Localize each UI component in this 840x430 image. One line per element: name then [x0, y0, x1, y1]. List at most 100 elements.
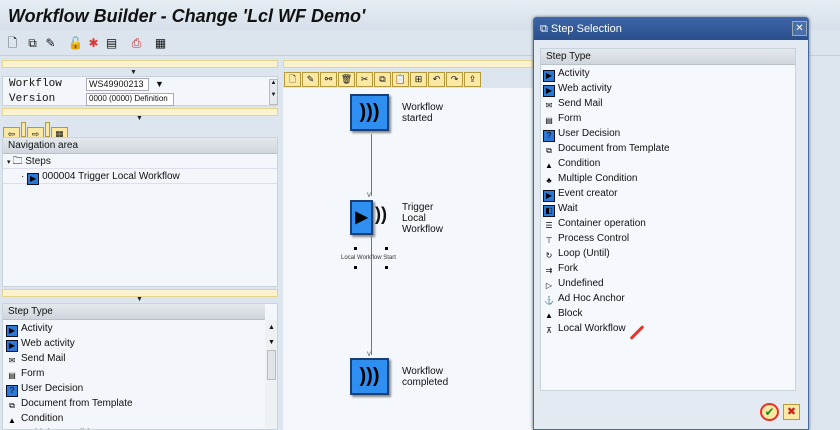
step-type-item[interactable]: ▲ Block [543, 306, 795, 321]
insert-icon[interactable]: ⊞ [410, 72, 427, 87]
tree-node-step[interactable]: · ▶ 000004 Trigger Local Workflow [3, 169, 277, 185]
node-label: Workflow completed [402, 366, 449, 388]
navigation-header: Navigation area [3, 138, 277, 154]
dialog-step-list: Step Type ▶ Activity ▶ Web activity ✉ Send Ma… [540, 48, 796, 391]
step-type-item[interactable]: ↻ Loop (Until) [543, 246, 795, 261]
selection-handle[interactable] [354, 266, 357, 269]
outcome-label[interactable]: Local Workflow Start [341, 255, 396, 261]
step-type-list: Step Type ▶ Activity ▶ Web activity ✉ Send Ma… [2, 303, 278, 430]
workflow-start-node[interactable]: ))) [350, 94, 389, 131]
step-type-label: Form [21, 368, 45, 379]
collapse-arrow-icon[interactable]: ▼ [130, 69, 137, 76]
link-icon[interactable]: ⚯ [320, 72, 337, 87]
step-type-item[interactable]: ✉ Send Mail [543, 96, 795, 111]
step-type-label: Activity [558, 68, 590, 79]
event-icon: )) [375, 204, 387, 224]
event-icon: ))) [359, 101, 380, 123]
step-type-label: Undefined [558, 278, 604, 289]
redo-icon[interactable]: ↷ [446, 72, 463, 87]
collapse-arrow-icon[interactable]: ▼ [136, 296, 143, 303]
connector-line [371, 134, 372, 196]
tree-label: Steps [25, 156, 51, 167]
step-type-item[interactable]: ▶ Activity [6, 321, 277, 337]
step-type-item[interactable]: ⇉ Fork [543, 261, 795, 276]
step-type-item[interactable]: ⚓ Ad Hoc Anchor [543, 291, 795, 306]
step-type-item[interactable]: ▤ Form [6, 366, 277, 381]
step-type-item[interactable]: ▶ Web activity [6, 336, 277, 352]
copy-icon[interactable]: ⧉ [374, 72, 391, 87]
step-type-label: Container operation [558, 218, 646, 229]
step-type-item[interactable]: ◧ Wait [543, 201, 795, 217]
list-scrollbar[interactable]: ▲ ▼ [265, 320, 277, 429]
step-type-item[interactable]: ? User Decision [6, 381, 277, 397]
workflow-end-node[interactable]: ))) [350, 358, 389, 395]
step-type-item[interactable]: ♣Multiple Condition [6, 426, 277, 429]
page-title: Workflow Builder - Change 'Lcl WF Demo' [8, 6, 366, 26]
tree-label: 000004 Trigger Local Workflow [42, 171, 180, 182]
step-type-item[interactable]: ⊤ Process Control [543, 231, 795, 246]
step-type-item[interactable]: ▤ Form [543, 111, 795, 126]
new-icon[interactable]: 🗋 [284, 72, 301, 87]
dropdown-arrow-icon[interactable]: ▼ [155, 79, 164, 89]
step-type-item[interactable]: ⧉ Document from Template [543, 141, 795, 156]
unlock-icon[interactable]: 🔓 [68, 37, 83, 50]
step-type-item[interactable]: ⧉ Document from Template [6, 396, 277, 411]
selection-handle[interactable] [385, 266, 388, 269]
step-type-item[interactable]: ♣Multiple Condition [543, 171, 795, 186]
step-type-item[interactable]: ✉ Send Mail [6, 351, 277, 366]
event-icon: ))) [359, 365, 380, 387]
step-type-item[interactable]: ☰ Container operation [543, 216, 795, 231]
splitter-bar[interactable] [283, 60, 533, 68]
step-type-label: User Decision [21, 383, 84, 394]
step-type-label: Local Workflow [558, 323, 626, 334]
step-type-item[interactable]: ▲ Condition [543, 156, 795, 171]
splitter-bar[interactable] [2, 60, 278, 68]
step-type-icon: ⊼ [546, 326, 552, 335]
edit-icon[interactable]: ✎ [44, 37, 57, 50]
trigger-node[interactable]: ▶ [350, 200, 373, 235]
step-type-item[interactable]: ▷ Undefined [543, 276, 795, 291]
step-type-label: Condition [558, 158, 601, 169]
print-icon[interactable]: ⎙ [130, 37, 143, 50]
layout-icon[interactable]: ▦ [154, 37, 167, 50]
confirm-button[interactable]: ✔ [760, 403, 779, 421]
edit-icon[interactable]: ✎ [302, 72, 319, 87]
node-label: Trigger Local Workflow [402, 202, 443, 235]
close-button[interactable]: ✕ [792, 21, 807, 36]
step-type-label: Wait [558, 203, 578, 214]
paste-icon[interactable]: 📋 [392, 72, 409, 87]
step-type-item[interactable]: ? User Decision [543, 126, 795, 142]
dialog-icon: ⧉ [540, 23, 551, 35]
spark-icon[interactable]: ✱ [87, 37, 100, 50]
selection-handle[interactable] [385, 247, 388, 250]
step-type-label: Document from Template [21, 398, 133, 409]
step-type-label: Send Mail [558, 98, 603, 109]
step-type-item[interactable]: ⊼ Local Workflow [543, 321, 795, 336]
version-select[interactable]: 0000 (0000) Definition [86, 93, 174, 106]
collapse-arrow-icon[interactable]: ▼ [136, 115, 143, 122]
step-type-label: Web activity [21, 338, 75, 349]
delete-icon[interactable]: 🗑 [338, 72, 355, 87]
step-type-label: Loop (Until) [558, 248, 610, 259]
cut-icon[interactable]: ✂ [356, 72, 373, 87]
upload-icon[interactable]: ⇪ [464, 72, 481, 87]
step-type-item[interactable]: ▲ Condition [6, 411, 277, 426]
cancel-button[interactable]: ✖ [783, 404, 800, 420]
folder-icon: 🗀 [12, 156, 23, 167]
workflow-input[interactable]: WS49900213 [86, 78, 149, 91]
step-type-header: Step Type [3, 304, 265, 320]
tree-node-steps[interactable]: ▾ 🗀 Steps [3, 154, 277, 169]
step-type-label: User Decision [558, 128, 621, 139]
selection-handle[interactable] [354, 247, 357, 250]
copy-icon[interactable]: ⧉ [26, 37, 39, 50]
step-type-item[interactable]: ▶ Event creator [543, 186, 795, 202]
trigger-local-workflow-icon: ▶ [27, 173, 40, 185]
step-type-label: Send Mail [21, 353, 66, 364]
step-type-item[interactable]: ▶ Activity [543, 66, 795, 82]
new-icon[interactable]: 🗋 [6, 37, 19, 50]
undo-icon[interactable]: ↶ [428, 72, 445, 87]
form-scrollbar[interactable]: ▲ ▼ [269, 79, 278, 105]
dialog-title-bar: ⧉ Step Selection [534, 18, 808, 40]
display-icon[interactable]: ▤ [105, 37, 118, 50]
step-type-item[interactable]: ▶ Web activity [543, 81, 795, 97]
